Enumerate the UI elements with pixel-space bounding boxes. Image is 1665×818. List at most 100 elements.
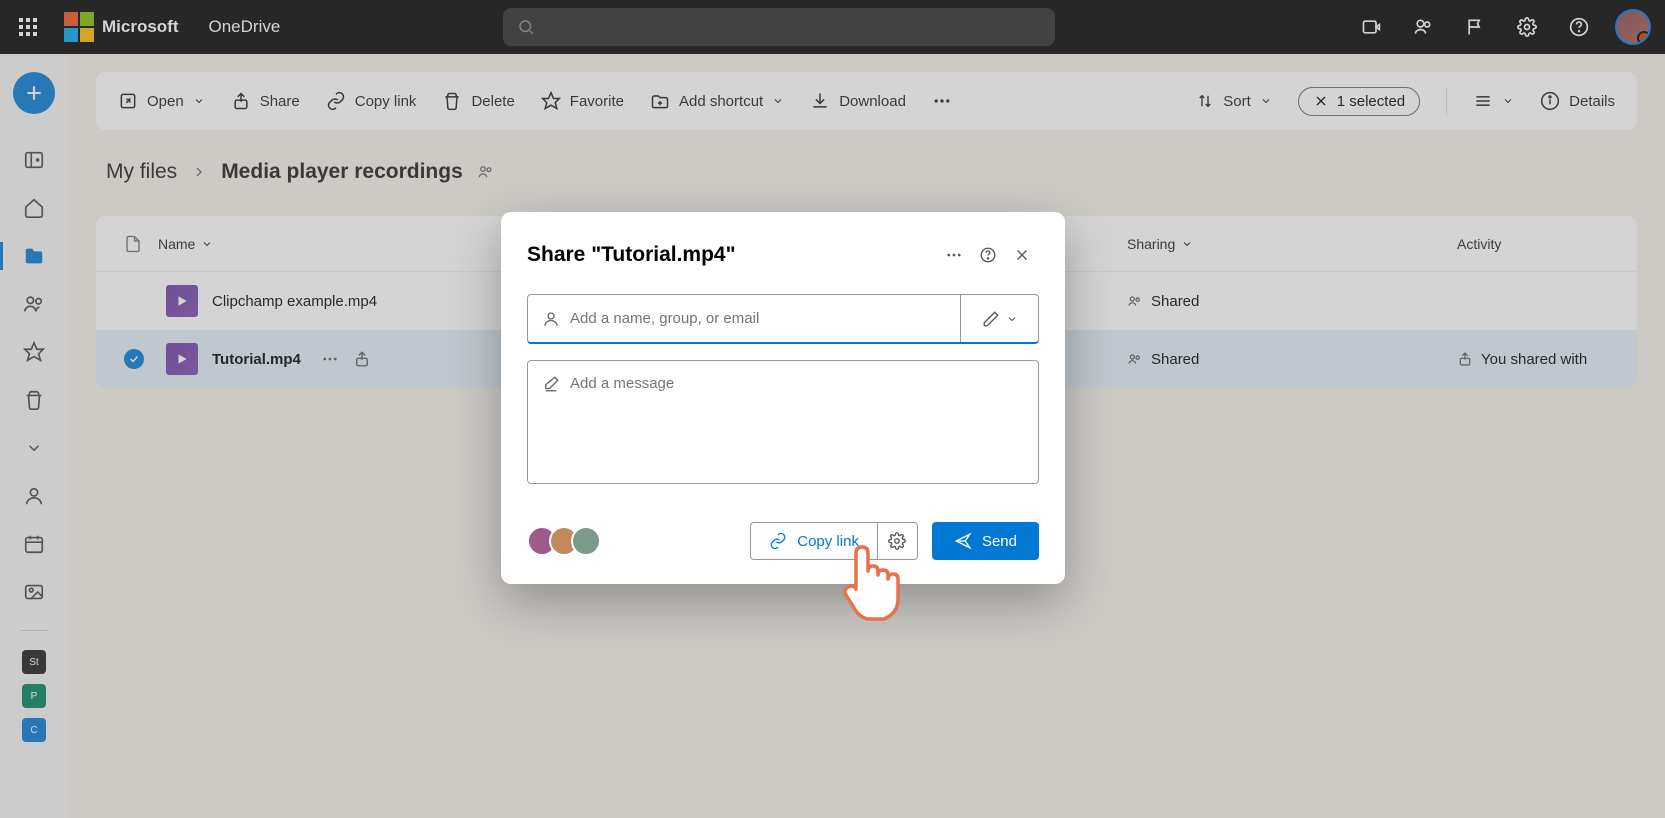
- delete-button[interactable]: Delete: [442, 91, 514, 111]
- breadcrumb-current: Media player recordings: [221, 160, 463, 184]
- view-switcher[interactable]: [1473, 91, 1514, 111]
- details-button[interactable]: Details: [1540, 91, 1615, 111]
- shared-with-avatars[interactable]: [527, 526, 601, 556]
- chevron-down-icon: [201, 238, 213, 250]
- add-shortcut-label: Add shortcut: [679, 93, 763, 110]
- flag-icon[interactable]: [1451, 3, 1499, 51]
- column-sharing[interactable]: Sharing: [1127, 236, 1457, 252]
- trash-icon: [442, 91, 462, 111]
- copy-link-button[interactable]: Copy link: [750, 522, 878, 560]
- nav-shared-icon[interactable]: [10, 282, 58, 326]
- app-tile-c[interactable]: C: [22, 718, 46, 742]
- share-button[interactable]: Share: [231, 91, 300, 111]
- shared-icon: [1127, 351, 1143, 367]
- nav-recycle-icon[interactable]: [10, 378, 58, 422]
- more-icon[interactable]: [321, 350, 339, 368]
- dialog-title: Share "Tutorial.mp4": [527, 243, 937, 267]
- pencil-icon: [982, 310, 1000, 328]
- link-icon: [769, 532, 787, 550]
- app-name[interactable]: OneDrive: [209, 17, 281, 37]
- open-icon: [118, 91, 138, 111]
- user-avatar[interactable]: [1615, 9, 1651, 45]
- message-icon: [542, 375, 560, 393]
- video-file-icon: [166, 343, 198, 375]
- chevron-down-icon: [1260, 95, 1272, 107]
- column-name[interactable]: Name: [158, 236, 213, 252]
- open-label: Open: [147, 93, 184, 110]
- topbar: Microsoft OneDrive: [0, 0, 1665, 54]
- nav-photos-icon[interactable]: [10, 570, 58, 614]
- send-label: Send: [982, 533, 1017, 550]
- sharing-status: Shared: [1151, 293, 1199, 310]
- recipient-input[interactable]: [570, 310, 946, 327]
- settings-icon[interactable]: [1503, 3, 1551, 51]
- nav-favorites-icon[interactable]: [10, 330, 58, 374]
- list-icon: [1473, 91, 1493, 111]
- column-activity[interactable]: Activity: [1457, 236, 1637, 252]
- app-tile-p[interactable]: P: [22, 684, 46, 708]
- shortcut-icon: [650, 91, 670, 111]
- dialog-help-button[interactable]: [971, 238, 1005, 272]
- sort-icon: [1196, 92, 1214, 110]
- delete-label: Delete: [471, 93, 514, 110]
- share-icon: [231, 91, 251, 111]
- copy-link-label: Copy link: [797, 533, 859, 550]
- nav-layout-icon[interactable]: [10, 138, 58, 182]
- chevron-right-icon: [191, 164, 207, 180]
- copy-link-label: Copy link: [355, 93, 417, 110]
- share-dialog: Share "Tutorial.mp4": [501, 212, 1065, 584]
- details-label: Details: [1569, 93, 1615, 110]
- message-box: [527, 360, 1039, 484]
- link-icon: [326, 91, 346, 111]
- nav-home-icon[interactable]: [10, 186, 58, 230]
- person-icon: [542, 310, 560, 328]
- nav-people-icon[interactable]: [10, 474, 58, 518]
- nav-calendar-icon[interactable]: [10, 522, 58, 566]
- shared-icon: [1127, 293, 1143, 309]
- search-input[interactable]: [503, 8, 1055, 46]
- nav-expand-icon[interactable]: [10, 426, 58, 470]
- share-icon[interactable]: [353, 350, 371, 368]
- share-activity-icon: [1457, 351, 1473, 367]
- selection-pill[interactable]: 1 selected: [1298, 87, 1420, 116]
- star-icon: [541, 91, 561, 111]
- permission-dropdown[interactable]: [960, 295, 1038, 342]
- app-tile-st[interactable]: St: [22, 650, 46, 674]
- close-icon[interactable]: [1313, 93, 1329, 109]
- dialog-close-button[interactable]: [1005, 238, 1039, 272]
- add-new-button[interactable]: [13, 72, 55, 114]
- message-input[interactable]: [570, 375, 1024, 469]
- chevron-down-icon: [1502, 95, 1514, 107]
- recipient-row: [527, 294, 1039, 344]
- copy-link-button[interactable]: Copy link: [326, 91, 417, 111]
- row-checkbox[interactable]: [124, 349, 144, 369]
- file-header-icon[interactable]: [124, 233, 142, 255]
- dialog-more-button[interactable]: [937, 238, 971, 272]
- people-icon[interactable]: [477, 163, 495, 181]
- selection-count: 1 selected: [1337, 93, 1405, 110]
- link-settings-button[interactable]: [878, 522, 918, 560]
- sort-button[interactable]: Sort: [1196, 92, 1272, 110]
- more-button[interactable]: [932, 91, 952, 111]
- favorite-button[interactable]: Favorite: [541, 91, 624, 111]
- app-launcher-button[interactable]: [14, 13, 42, 41]
- left-rail: St P C: [0, 54, 68, 818]
- nav-files-icon[interactable]: [10, 234, 58, 278]
- send-button[interactable]: Send: [932, 522, 1039, 560]
- favorite-label: Favorite: [570, 93, 624, 110]
- gear-icon: [888, 532, 906, 550]
- search-icon: [517, 18, 535, 36]
- activity-text: You shared with: [1481, 351, 1587, 368]
- meet-now-icon[interactable]: [1347, 3, 1395, 51]
- waffle-icon: [19, 18, 37, 36]
- breadcrumb-root[interactable]: My files: [106, 160, 177, 184]
- add-shortcut-button[interactable]: Add shortcut: [650, 91, 784, 111]
- chevron-down-icon: [772, 95, 784, 107]
- chevron-down-icon: [1181, 238, 1193, 250]
- microsoft-logo: Microsoft: [64, 12, 179, 42]
- teams-icon[interactable]: [1399, 3, 1447, 51]
- download-button[interactable]: Download: [810, 91, 906, 111]
- open-menu[interactable]: Open: [118, 91, 205, 111]
- help-icon[interactable]: [1555, 3, 1603, 51]
- video-file-icon: [166, 285, 198, 317]
